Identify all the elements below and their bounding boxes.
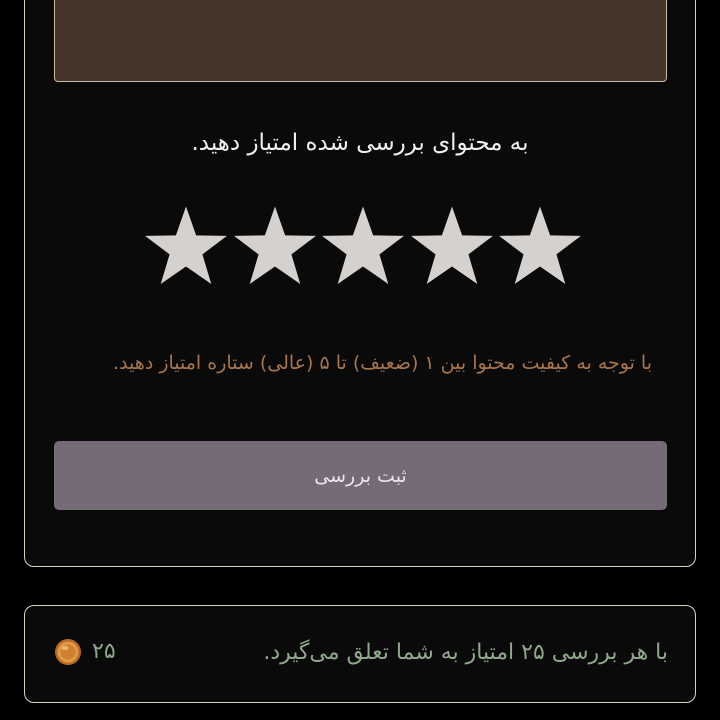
rating-hint: با توجه به کیفیت محتوا بین ۱ (ضعیف) تا ۵…	[113, 352, 652, 374]
reward-points-value: ۲۵	[92, 639, 116, 664]
star-3-icon[interactable]	[320, 203, 406, 289]
star-2-icon[interactable]	[409, 203, 495, 289]
reward-info-text: با هر بررسی ۲۵ امتیاز به شما تعلق می‌گیر…	[263, 640, 668, 665]
star-rating	[143, 203, 583, 293]
star-5-icon[interactable]	[143, 203, 229, 289]
reward-points: ۲۵	[54, 634, 116, 670]
review-textarea[interactable]	[54, 0, 667, 82]
submit-review-button[interactable]: ثبت بررسی	[54, 441, 667, 510]
rating-prompt-title: به محتوای بررسی شده امتیاز دهید.	[191, 130, 529, 156]
star-4-icon[interactable]	[232, 203, 318, 289]
coin-icon	[54, 638, 82, 666]
star-1-icon[interactable]	[497, 203, 583, 289]
